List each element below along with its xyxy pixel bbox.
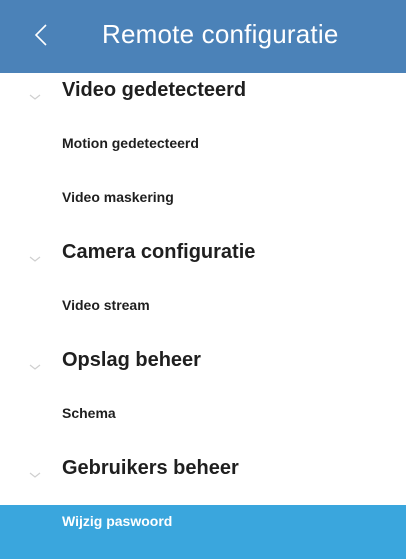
section-gebruikers-beheer[interactable]: Gebruikers beheer: [0, 451, 406, 505]
menu-item-schema[interactable]: Schema: [0, 397, 406, 451]
menu-item-label: Video maskering: [62, 189, 174, 205]
chevron-down-icon: [28, 252, 42, 266]
page-title: Remote configuratie: [102, 19, 339, 49]
section-opslag-beheer[interactable]: Opslag beheer: [0, 343, 406, 397]
section-label: Video gedetecteerd: [62, 79, 247, 101]
chevron-down-icon: [28, 468, 42, 482]
chevron-down-icon: [28, 360, 42, 374]
menu-item-video-stream[interactable]: Video stream: [0, 289, 406, 343]
section-label: Opslag beheer: [62, 349, 201, 371]
section-camera-configuratie[interactable]: Camera configuratie: [0, 235, 406, 289]
section-label: Camera configuratie: [62, 241, 256, 263]
app-header: Remote configuratie: [0, 0, 406, 73]
menu-item-label: Schema: [62, 405, 116, 421]
section-label: Gebruikers beheer: [62, 457, 239, 479]
menu-item-video-maskering[interactable]: Video maskering: [0, 181, 406, 235]
menu-item-wijzig-paswoord[interactable]: Wijzig paswoord: [0, 505, 406, 559]
chevron-left-icon[interactable]: [26, 17, 56, 53]
menu-item-label: Motion gedetecteerd: [62, 135, 199, 151]
menu-item-label: Wijzig paswoord: [62, 513, 173, 529]
menu-item-motion-gedetecteerd[interactable]: Motion gedetecteerd: [0, 127, 406, 181]
chevron-down-icon: [28, 90, 42, 104]
section-video-gedetecteerd[interactable]: Video gedetecteerd: [0, 73, 406, 127]
menu-item-label: Video stream: [62, 297, 150, 313]
